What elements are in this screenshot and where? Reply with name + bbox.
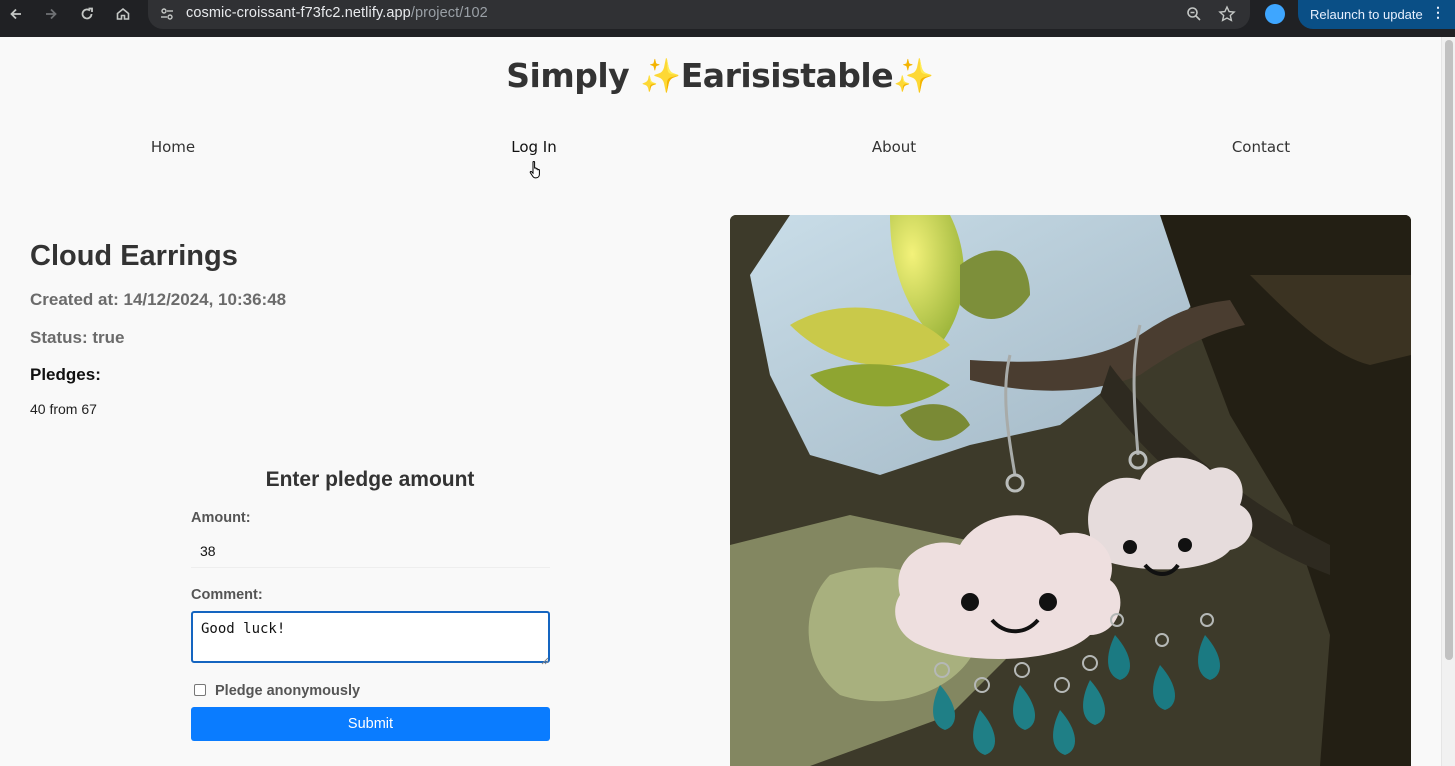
site-settings-icon[interactable]: [159, 6, 175, 27]
nav-about[interactable]: About: [872, 138, 916, 156]
comment-textarea[interactable]: Good luck!: [191, 611, 550, 663]
reload-icon[interactable]: [73, 0, 101, 27]
project-title: Cloud Earrings: [30, 240, 238, 272]
nav-home[interactable]: Home: [151, 138, 195, 156]
anonymous-label[interactable]: Pledge anonymously: [215, 683, 360, 699]
url-path: /project/102: [410, 5, 488, 21]
sparkle-icon: ✨: [640, 56, 681, 95]
home-icon[interactable]: [109, 0, 137, 27]
hand-pointer-icon: [528, 160, 544, 185]
pledges-value: 40 from 67: [30, 401, 97, 417]
created-at: Created at: 14/12/2024, 10:36:48: [30, 290, 287, 309]
nav-contact[interactable]: Contact: [1232, 138, 1290, 156]
pledge-form-title: Enter pledge amount: [265, 468, 475, 491]
forward-icon[interactable]: [37, 0, 65, 27]
site-title-text-1: Simply: [506, 56, 641, 95]
amount-label: Amount:: [191, 510, 251, 526]
address-bar[interactable]: cosmic-croissant-f73fc2.netlify.app/proj…: [148, 0, 1250, 29]
url-host: cosmic-croissant-f73fc2.netlify.app: [186, 5, 411, 21]
relaunch-label: Relaunch to update: [1310, 7, 1423, 22]
site-title-text-2: Earisistable: [680, 56, 894, 95]
product-image: [730, 215, 1411, 766]
pledges-label: Pledges:: [30, 365, 101, 384]
resize-grip-icon[interactable]: [539, 652, 549, 665]
site-title: Simply ✨Earisistable✨: [0, 56, 1440, 96]
sparkle-icon: ✨: [893, 56, 934, 95]
submit-button[interactable]: Submit: [191, 707, 550, 741]
nav-login[interactable]: Log In: [511, 138, 557, 156]
relaunch-button[interactable]: Relaunch to update ⋮: [1298, 0, 1455, 29]
page-scrollbar[interactable]: [1441, 37, 1455, 766]
project-status: Status: true: [30, 328, 125, 347]
zoom-icon[interactable]: [1186, 6, 1202, 27]
comment-label: Comment:: [191, 587, 263, 603]
extension-icon[interactable]: [1265, 4, 1285, 24]
amount-input[interactable]: [191, 534, 550, 568]
menu-dots-icon[interactable]: ⋮: [1431, 4, 1445, 21]
browser-toolbar: cosmic-croissant-f73fc2.netlify.app/proj…: [0, 0, 1455, 37]
scrollbar-thumb[interactable]: [1445, 40, 1453, 660]
url-text: cosmic-croissant-f73fc2.netlify.app/proj…: [186, 5, 488, 21]
bookmark-star-icon[interactable]: [1218, 5, 1236, 28]
anonymous-checkbox[interactable]: [194, 684, 206, 696]
back-icon[interactable]: [2, 0, 30, 27]
